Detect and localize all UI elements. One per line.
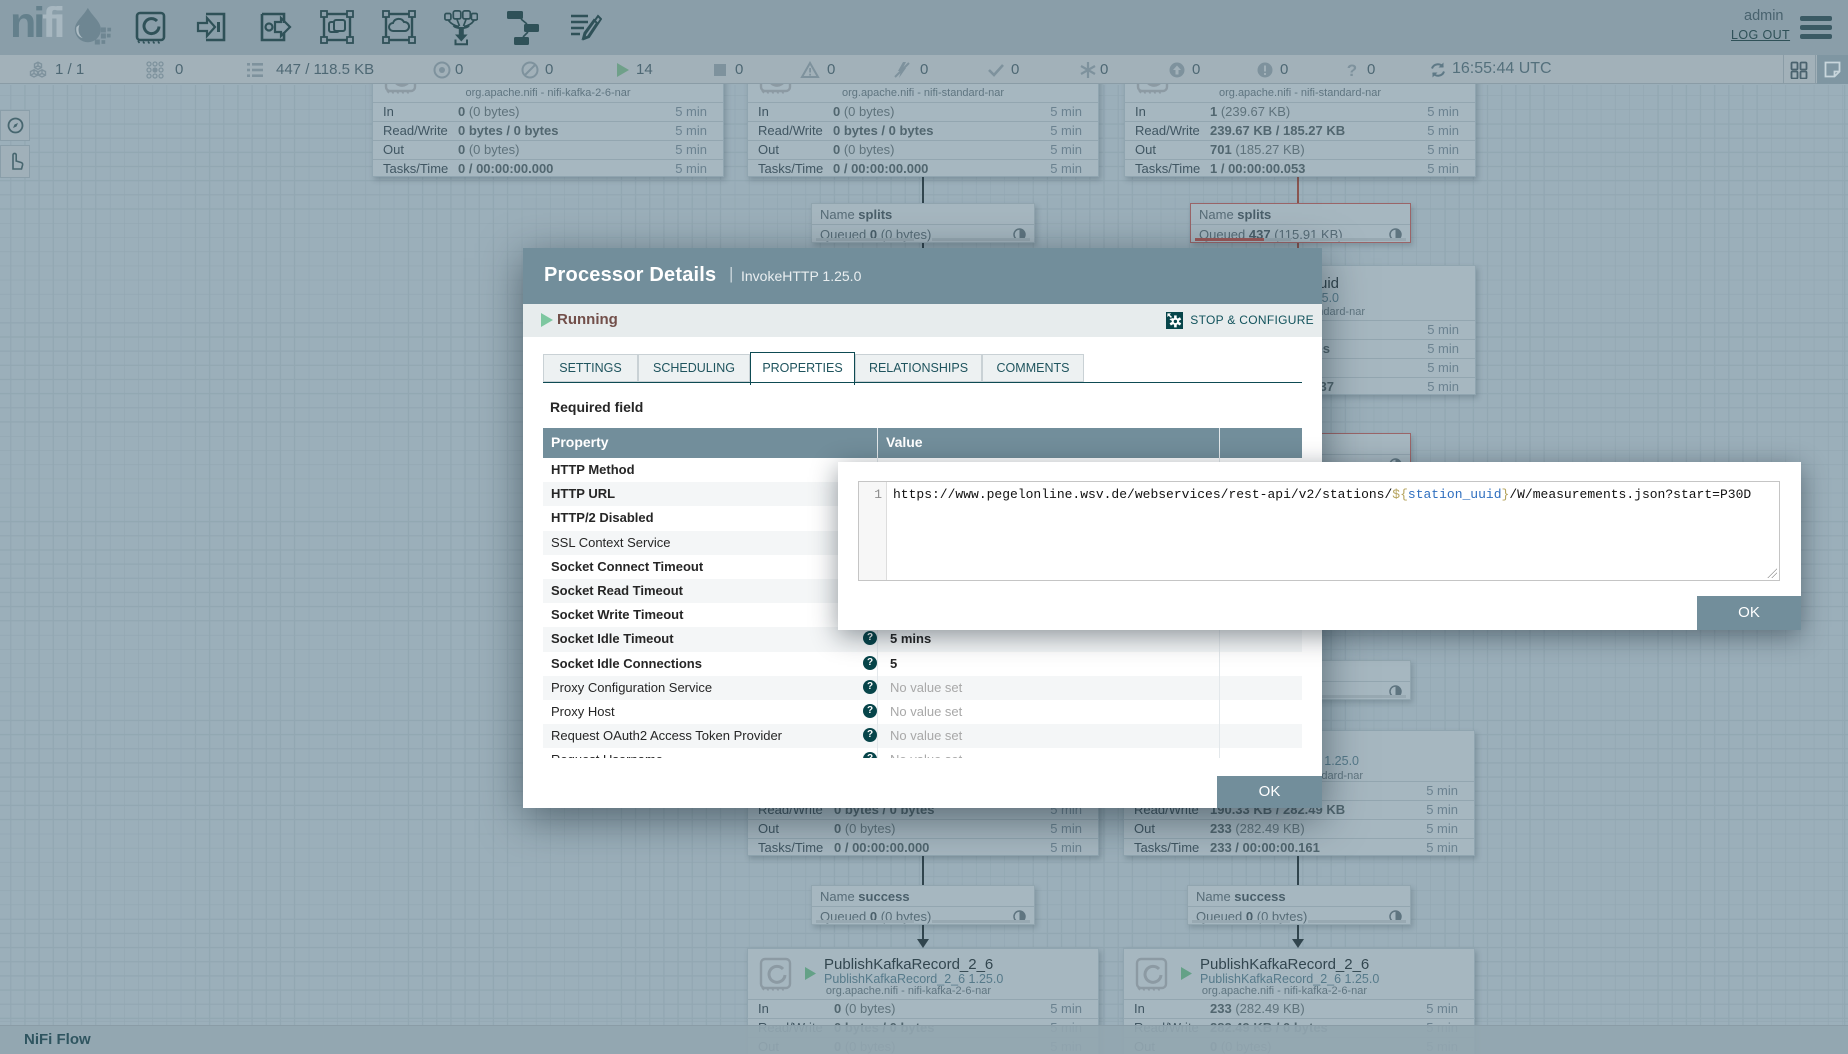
svg-text:?: ?	[1347, 61, 1357, 80]
